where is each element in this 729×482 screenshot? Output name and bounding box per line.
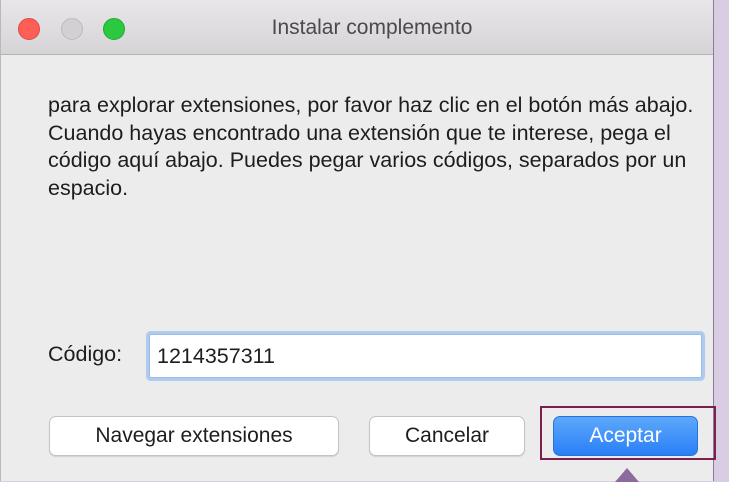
code-label: Código: (48, 342, 123, 366)
instructions-paragraph: para explorar extensiones, por favor haz… (48, 93, 694, 117)
arrow-pointer-icon (615, 468, 639, 482)
title-bar[interactable]: Instalar complemento (1, 0, 713, 55)
instructions-text: para explorar extensiones, por favor haz… (48, 92, 698, 202)
cancel-button[interactable]: Cancelar (369, 416, 525, 456)
instructions-paragraph: Cuando hayas encontrado una extensión qu… (48, 120, 687, 200)
accept-highlight-box (540, 406, 716, 460)
code-input[interactable] (149, 334, 702, 378)
browse-extensions-button[interactable]: Navegar extensiones (49, 416, 339, 456)
window-title: Instalar complemento (271, 16, 473, 39)
